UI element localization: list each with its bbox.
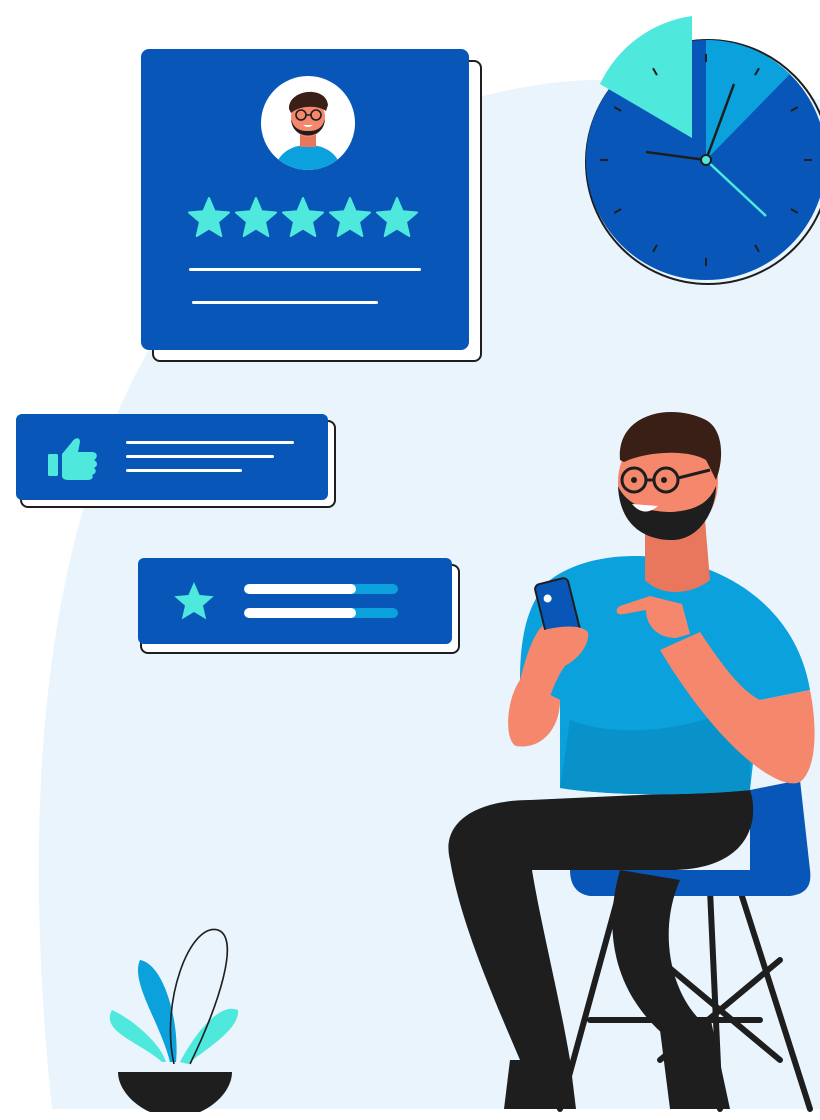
avatar <box>261 76 355 170</box>
like-line-3 <box>126 469 242 472</box>
rating-card <box>138 558 452 644</box>
illustration-scene <box>0 0 820 1112</box>
like-line-2 <box>126 455 274 458</box>
star-icon <box>282 197 324 237</box>
star-icon <box>376 197 418 237</box>
clock-icon <box>585 16 820 285</box>
rating-bar-2 <box>244 608 398 618</box>
star-icon <box>329 197 371 237</box>
thumbs-up-icon <box>48 438 97 480</box>
rating-bar-2-fill <box>244 608 357 618</box>
plant-icon <box>109 928 239 1112</box>
review-line-1 <box>189 268 421 271</box>
man-with-phone <box>448 412 815 1112</box>
five-star-rating <box>188 197 418 237</box>
review-line-2 <box>192 301 378 304</box>
star-icon <box>235 197 277 237</box>
star-icon <box>174 582 214 620</box>
rating-bar-1 <box>244 584 398 594</box>
review-card <box>141 49 469 350</box>
star-icon <box>188 197 230 237</box>
like-line-1 <box>126 441 294 444</box>
like-card <box>16 414 328 500</box>
rating-bar-1-fill <box>244 584 357 594</box>
